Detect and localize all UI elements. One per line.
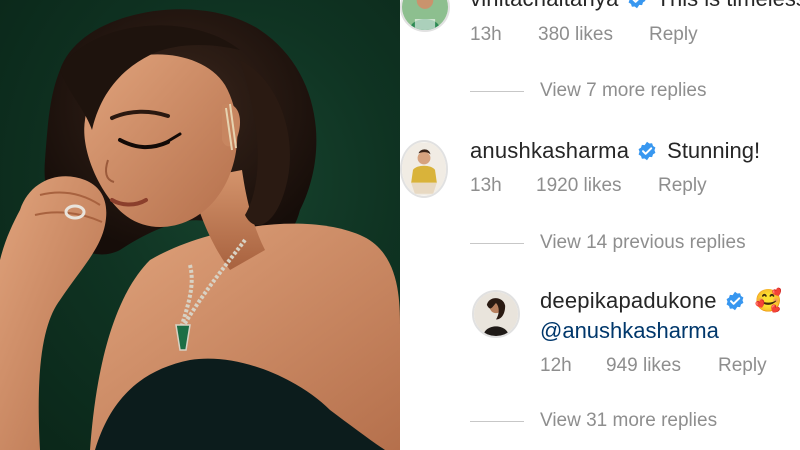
avatar-vinitachaitanya[interactable] [400,0,450,32]
verified-badge-icon [627,0,647,9]
reply-likes[interactable]: 949 likes [606,355,718,377]
profile-photo-icon [402,142,446,196]
profile-photo-icon [402,0,448,30]
profile-photo-icon [474,292,518,336]
comment-text: This is timeless [657,0,800,12]
verified-badge-icon [725,291,745,311]
username-link[interactable]: anushkasharma [470,138,629,164]
comment-time: 13h [470,24,502,45]
reply-meta: 12h 949 likes Reply [540,355,767,377]
reply-button[interactable]: Reply [718,355,767,377]
comment-vinitachaitanya: vinitachaitanya This is timeless [470,0,800,12]
avatar-anushkasharma[interactable] [400,140,448,198]
divider-line [470,420,524,422]
view-more-replies-button[interactable]: View 31 more replies [470,410,717,432]
view-replies-label: View 31 more replies [540,410,718,431]
comments-panel: vinitachaitanya This is timeless 13h 380… [400,0,800,450]
avatar-deepikapadukone[interactable] [472,290,520,338]
verified-badge-icon [637,141,657,161]
view-more-replies-button[interactable]: View 7 more replies [470,80,707,102]
comment-meta: 13h 380 likes Reply [470,24,698,46]
comment-meta: 13h 1920 likes Reply [470,175,707,197]
view-replies-label: View 7 more replies [540,80,707,101]
woman-portrait-illustration [0,9,400,450]
reply-time: 12h [540,355,572,376]
username-link[interactable]: vinitachaitanya [470,0,619,12]
view-replies-label: View 14 previous replies [540,232,746,253]
reply-deepikapadukone: deepikapadukone 🥰 [540,288,782,314]
comment-text: Stunning! [667,138,761,163]
comment-time: 13h [470,175,502,196]
comment-anushkasharma: anushkasharma Stunning! [470,138,760,164]
smiling-face-with-hearts-emoji: 🥰 [754,288,783,313]
comment-likes[interactable]: 1920 likes [536,175,658,197]
mention-link[interactable]: @anushkasharma [540,318,719,344]
divider-line [470,242,524,244]
divider-line [470,90,524,92]
reply-button[interactable]: Reply [649,24,698,46]
username-link[interactable]: deepikapadukone [540,288,717,314]
post-photo[interactable] [0,0,400,450]
comment-likes[interactable]: 380 likes [538,24,649,46]
view-previous-replies-button[interactable]: View 14 previous replies [470,232,746,254]
reply-button[interactable]: Reply [658,175,707,197]
